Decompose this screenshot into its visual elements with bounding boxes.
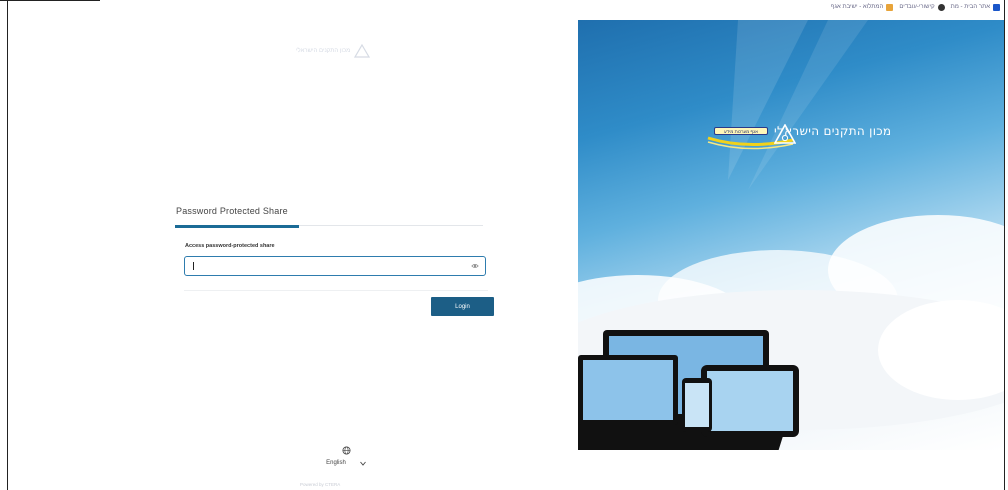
hero-artwork bbox=[578, 20, 1004, 450]
powered-by: Powered by CTERA bbox=[300, 482, 341, 487]
login-panel: מכון התקנים הישראלי Password Protected S… bbox=[100, 14, 578, 490]
bookmark-item[interactable]: המתלוא - ישיבת אגף bbox=[830, 3, 894, 11]
folder-orange-icon bbox=[886, 3, 894, 11]
logo-text: מכון התקנים הישראלי bbox=[296, 48, 351, 54]
login-button[interactable]: Login bbox=[431, 297, 494, 316]
frame-edge bbox=[0, 0, 100, 1]
chevron-down-icon bbox=[359, 461, 366, 466]
sii-logo-icon bbox=[354, 44, 371, 58]
show-password-eye-icon[interactable] bbox=[471, 262, 479, 270]
bookmark-blue-icon bbox=[993, 3, 1000, 11]
it-department-badge: אגף מערכות מידע bbox=[714, 127, 768, 135]
text-caret bbox=[193, 262, 194, 270]
globe-icon bbox=[341, 446, 351, 455]
bookmarks-bar: המתלוא - ישיבת אגף קישורי-עובדים אתר הבי… bbox=[560, 0, 1000, 14]
password-input[interactable] bbox=[184, 256, 486, 276]
divider bbox=[184, 290, 488, 291]
bookmark-label: אתר הבית - מת bbox=[950, 4, 990, 10]
frame-edge bbox=[1004, 0, 1005, 490]
tab-label: Password Protected Share bbox=[176, 206, 288, 216]
chrome-icon bbox=[937, 3, 945, 11]
bookmark-item[interactable]: קישורי-עובדים bbox=[899, 3, 945, 11]
tab-password-protected-share[interactable]: Password Protected Share bbox=[175, 200, 299, 228]
brand-logo: מכון התקנים הישראלי bbox=[774, 124, 891, 144]
bookmark-label: המתלוא - ישיבת אגף bbox=[830, 4, 884, 10]
tab-bar: Password Protected Share bbox=[175, 200, 483, 228]
frame-edge bbox=[7, 0, 8, 490]
bookmark-item[interactable]: אתר הבית - מת bbox=[950, 3, 1000, 11]
bookmark-label: קישורי-עובדים bbox=[899, 4, 935, 10]
language-label: English bbox=[326, 460, 346, 466]
password-field-label: Access password-protected share bbox=[185, 243, 275, 249]
sii-logo-icon bbox=[774, 124, 796, 144]
language-selector[interactable]: English bbox=[316, 446, 376, 466]
header-logo: מכון התקנים הישראלי bbox=[296, 44, 371, 58]
hero-illustration: אגף מערכות מידע מכון התקנים הישראלי bbox=[578, 20, 1004, 450]
tab-active-indicator bbox=[175, 225, 299, 228]
browser-viewport: המתלוא - ישיבת אגף קישורי-עובדים אתר הבי… bbox=[0, 0, 1008, 490]
